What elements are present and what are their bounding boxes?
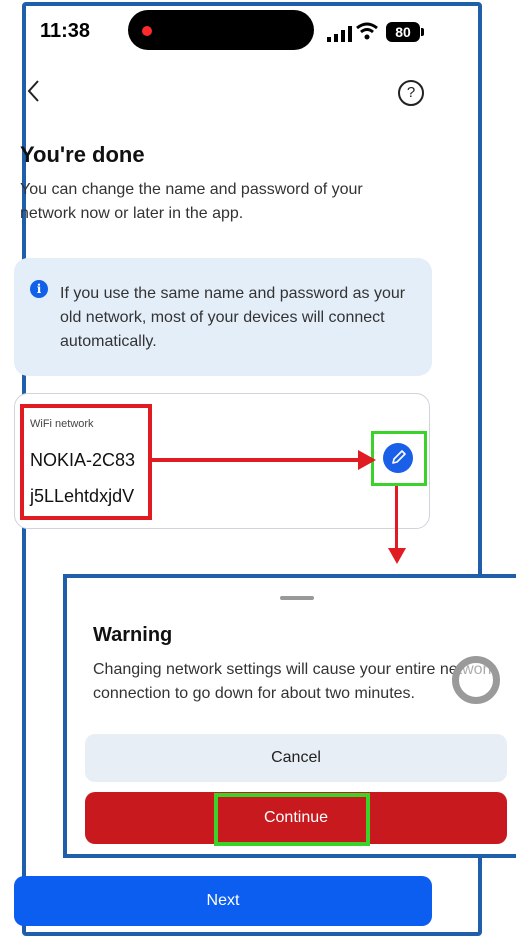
next-button[interactable]: Next [14, 876, 432, 926]
battery-icon: 80 [386, 22, 420, 42]
cancel-button[interactable]: Cancel [85, 734, 507, 782]
wifi-icon [356, 22, 378, 40]
chevron-left-icon[interactable] [24, 78, 44, 104]
info-icon: i [30, 280, 48, 298]
annotation-arrow-right [152, 458, 362, 462]
continue-highlight [214, 793, 370, 846]
annotation-arrowhead-right [358, 450, 376, 470]
touch-indicator-icon [452, 656, 500, 704]
info-banner: i If you use the same name and password … [14, 258, 432, 376]
annotation-arrowhead-down [388, 548, 406, 564]
sheet-drag-handle[interactable] [280, 596, 314, 600]
info-text: If you use the same name and password as… [60, 285, 406, 350]
recording-indicator [142, 26, 152, 36]
annotation-arrow-down [395, 486, 398, 548]
page-title: You're done [20, 142, 145, 167]
status-time: 11:38 [40, 20, 91, 42]
edit-highlight [371, 431, 427, 486]
warning-text: Changing network settings will cause you… [93, 661, 496, 702]
question-icon[interactable]: ? [398, 80, 424, 106]
page-subtitle: You can change the name and password of … [20, 181, 363, 222]
battery-nub [421, 28, 424, 36]
signal-icon [327, 26, 352, 42]
dynamic-island [128, 10, 314, 50]
warning-title: Warning [93, 624, 173, 646]
credentials-highlight [20, 404, 152, 520]
